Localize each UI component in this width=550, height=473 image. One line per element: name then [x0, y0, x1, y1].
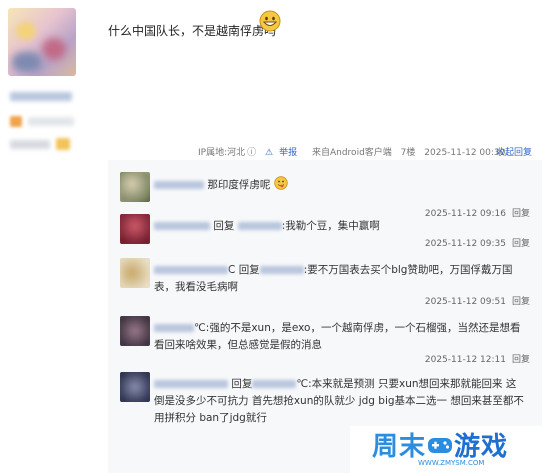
reply-text: :我勒个豆，集中赢啊: [281, 220, 380, 232]
reply-prefix: 回复: [238, 264, 260, 276]
reply-avatar[interactable]: [120, 316, 150, 346]
ip-location: IP属地:河北: [198, 148, 246, 158]
user-avatar[interactable]: [8, 8, 76, 76]
tongue-face-icon: [273, 176, 288, 191]
reply-item: 回复 ℃:本来就是预测 只要xun想回来那就能回来 这倒是没多少不可抗力 首先想抢…: [120, 372, 530, 432]
reply-time: 2025-11-12 09:51: [424, 297, 506, 307]
reply-target-username[interactable]: [259, 266, 304, 274]
reply-username[interactable]: [154, 380, 228, 388]
reply-button[interactable]: 回复: [512, 297, 530, 307]
grinning-face-icon: [259, 10, 281, 36]
reply-item: ℃:强的不是xun，是exo，一个越南俘虏，一个石榴强，当然还是想看看回来啥效果…: [120, 316, 530, 366]
post-meta: IP属地:河北 ⓘ ⚠ 举报 来自Android客户端 7楼 2025-11-12 …: [198, 145, 511, 158]
post-time: 2025-11-12 00:30: [424, 148, 506, 158]
reply-text: 那印度俘虏呢: [207, 179, 271, 191]
reply-prefix: 回复: [213, 220, 235, 232]
reply-username[interactable]: [154, 181, 204, 189]
username-blurred[interactable]: [10, 92, 72, 101]
gamepad-icon: [427, 433, 453, 463]
info-icon[interactable]: ⓘ: [247, 148, 256, 158]
reply-item: 那印度俘虏呢 2025-11-12 09:16 回复: [120, 172, 530, 219]
site-watermark: 周末 游戏 WWW.ZMYSM.COM: [350, 426, 550, 473]
reply-username[interactable]: [154, 266, 228, 274]
warning-icon: ⚠: [265, 148, 274, 158]
watermark-brand-a: 周末: [372, 432, 427, 462]
reply-avatar[interactable]: [120, 214, 150, 244]
reply-username[interactable]: [154, 324, 194, 332]
reply-username[interactable]: [154, 222, 210, 230]
user-level-badge: [10, 116, 22, 127]
reply-name-suffix: C: [228, 264, 236, 276]
floor-number: 7楼: [400, 148, 416, 158]
report-link[interactable]: ⚠ 举报: [265, 148, 303, 158]
user-title-blurred: [28, 117, 74, 126]
reply-item: C 回复:要不万国表去买个blg赞助吧，万国俘戴万国表，我看没毛病啊 2025-…: [120, 258, 530, 308]
reply-time: 2025-11-12 12:11: [424, 355, 506, 365]
post-text: 什么中国队长，不是越南俘虏吗: [108, 24, 277, 38]
post-source: 来自Android客户端: [311, 148, 392, 158]
reply-button[interactable]: 回复: [512, 355, 530, 365]
reply-target-username[interactable]: [237, 222, 282, 230]
reply-name-suffix: ℃: [194, 322, 206, 334]
reply-avatar[interactable]: [120, 372, 150, 402]
collapse-replies-link[interactable]: 收起回复: [496, 145, 532, 158]
reply-text: :强的不是xun，是exo，一个越南俘虏，一个石榴强，当然还是想看看回来啥效果，…: [154, 322, 521, 351]
reply-time: 2025-11-12 09:35: [424, 239, 506, 249]
user-icon-badge: [56, 138, 70, 150]
watermark-brand-b: 游戏: [454, 432, 509, 462]
reply-button[interactable]: 回复: [512, 239, 530, 249]
user-extra-blurred: [10, 140, 50, 149]
reply-name-suffix: ℃: [296, 378, 309, 390]
watermark-url: WWW.ZMYSM.COM: [418, 459, 485, 467]
reply-avatar[interactable]: [120, 172, 150, 202]
reply-avatar[interactable]: [120, 258, 150, 288]
reply-item: 回复 :我勒个豆，集中赢啊 2025-11-12 09:35 回复: [120, 214, 530, 254]
reply-prefix: 回复: [231, 378, 253, 390]
reply-target-username[interactable]: [252, 380, 297, 388]
